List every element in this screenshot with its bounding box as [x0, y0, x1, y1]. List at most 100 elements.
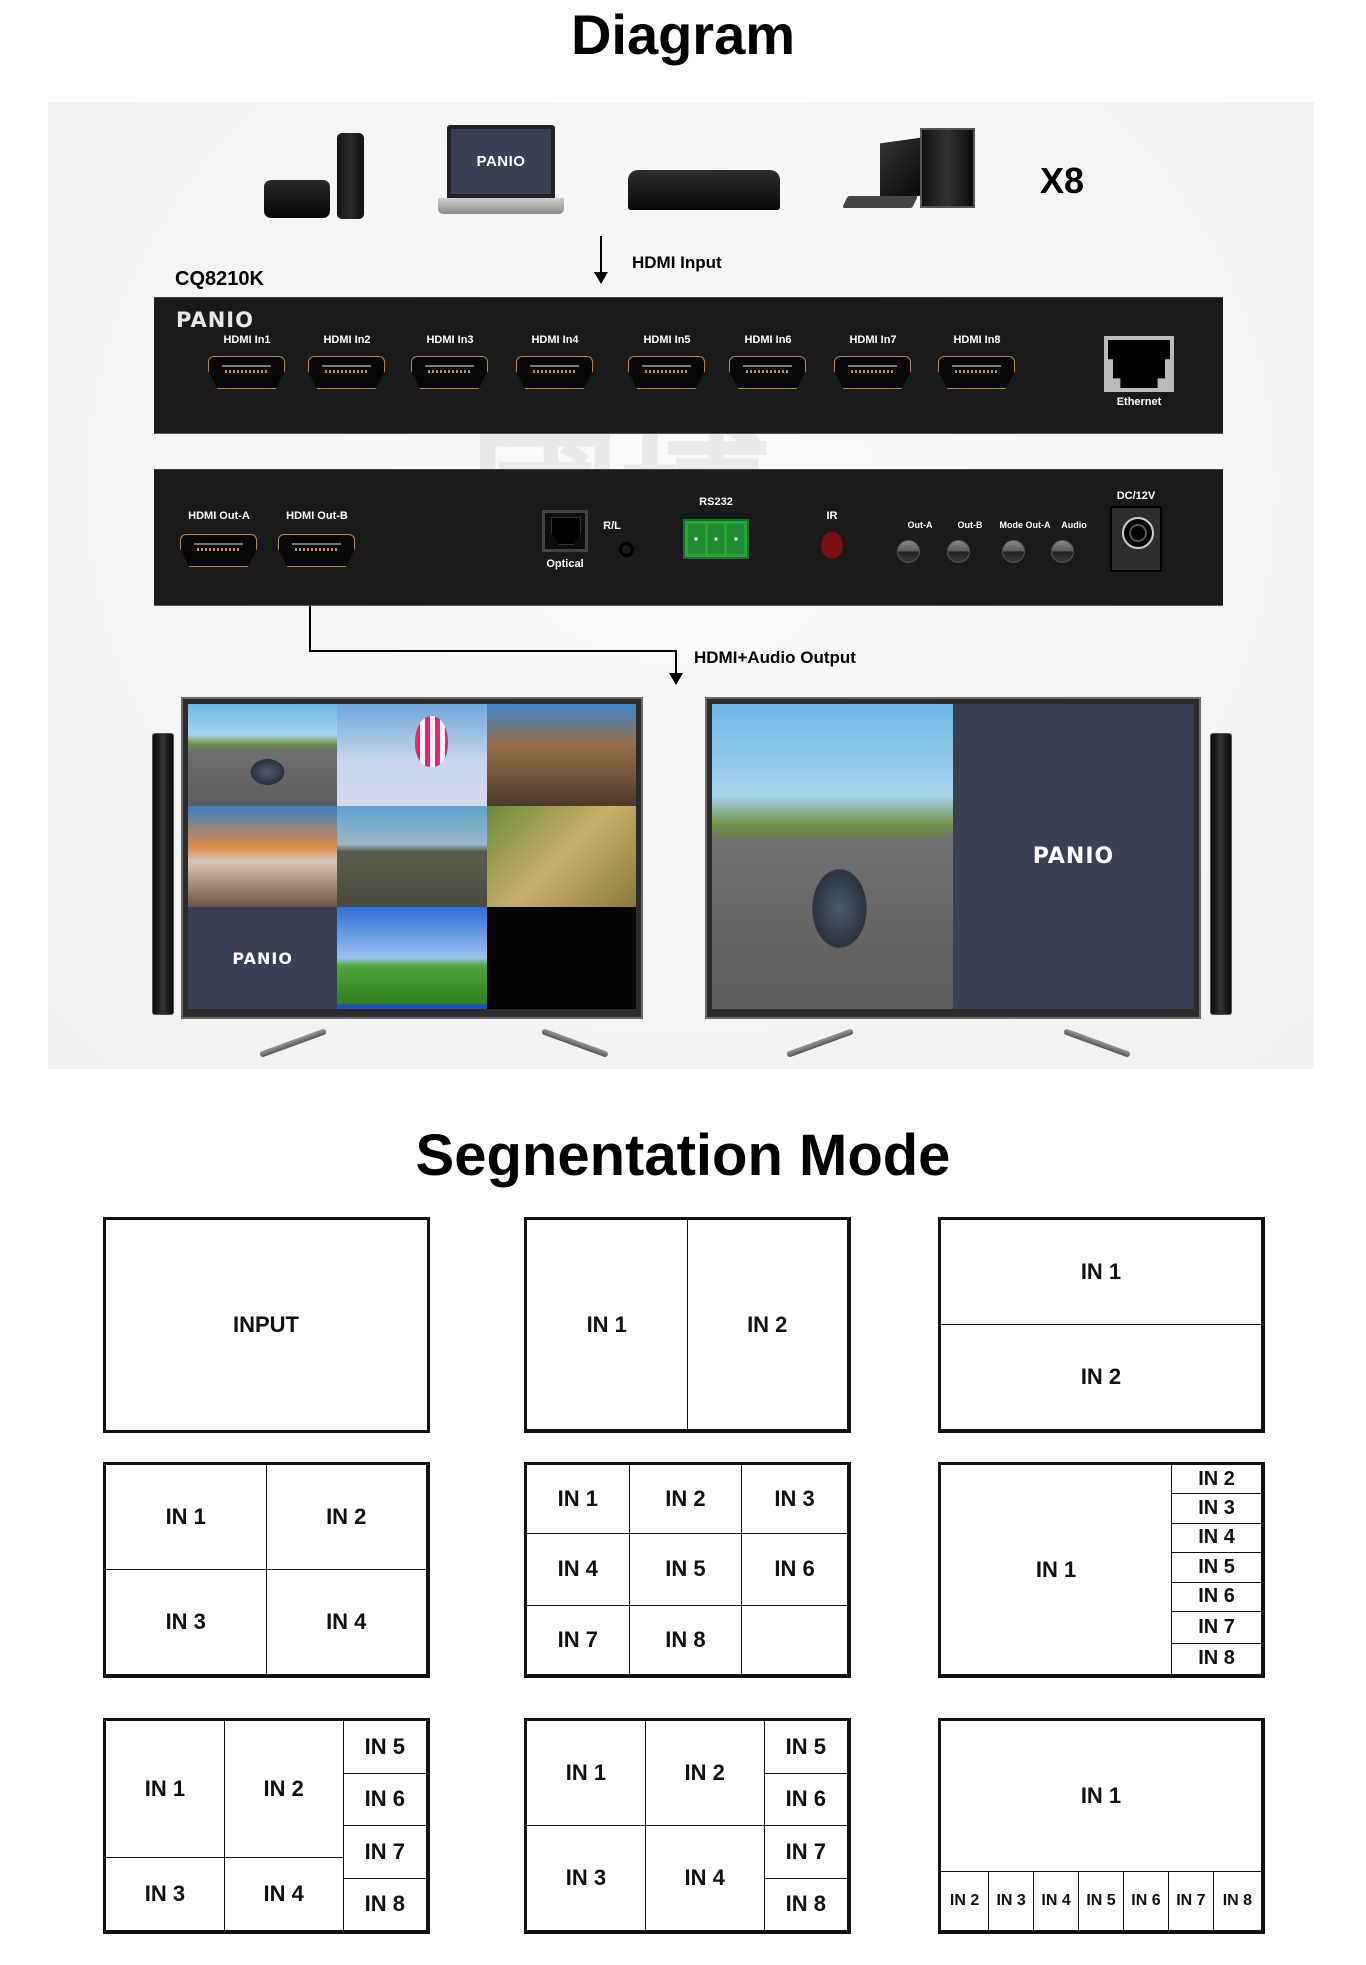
segment-cell: IN 7: [526, 1604, 630, 1675]
segment-cell: IN 1: [940, 1464, 1173, 1675]
segment-cell: IN 3: [988, 1871, 1035, 1931]
segmentation-mode-quad-plus-side-4-b: IN 1 IN 2 IN 3 IN 4 IN 5 IN 6 IN 7 IN 8: [524, 1718, 851, 1934]
push-button[interactable]: [897, 540, 920, 563]
hdmi-in-label: HDMI In6: [744, 334, 792, 346]
segmentation-mode-quad-plus-side-4-a: IN 1 IN 2 IN 3 IN 4 IN 5 IN 6 IN 7 IN 8: [103, 1718, 430, 1934]
hdmi-in-label: HDMI In8: [953, 334, 1001, 346]
keyboard-icon: [842, 196, 918, 208]
segment-cell: IN 6: [1122, 1871, 1169, 1931]
segment-cell: IN 6: [1171, 1581, 1262, 1612]
segment-cell: IN 5: [763, 1720, 848, 1774]
hdmi-in-label: HDMI In3: [426, 334, 474, 346]
segment-cell: IN 2: [265, 1464, 427, 1570]
segment-cell: IN 8: [1212, 1871, 1262, 1931]
segment-cell: IN 7: [342, 1825, 427, 1879]
hdmi-port-icon: [411, 356, 488, 389]
segment-cell: IN 2: [223, 1720, 344, 1858]
tv-screen: PANIO: [188, 704, 636, 1009]
hdmi-port-icon: [938, 356, 1015, 389]
hdmi-in-label: HDMI In1: [223, 334, 271, 346]
segment-cell: IN 2: [686, 1219, 848, 1430]
segmentation-mode-main-plus-bottom-7: IN 1 IN 2 IN 3 IN 4 IN 5 IN 6 IN 7 IN 8: [938, 1718, 1265, 1934]
connector-line: [309, 650, 677, 652]
segment-cell: IN 2: [940, 1871, 990, 1931]
tile-empty: [486, 907, 636, 1009]
hdmi-out-b-label: HDMI Out-B: [286, 510, 348, 522]
hdmi-port-icon: [208, 356, 285, 389]
rs232-terminal-icon: [683, 519, 749, 559]
hdmi-port-icon: [516, 356, 593, 389]
hdmi-port-icon: [180, 534, 257, 567]
tile-panio-logo: PANIO: [953, 704, 1194, 1009]
button-label: Audio: [1061, 520, 1087, 530]
segmentation-mode-split-horizontal: IN 1 IN 2: [938, 1217, 1265, 1433]
hdmi-input-label: HDMI Input: [632, 253, 722, 272]
segment-cell: IN 4: [1171, 1522, 1262, 1554]
segment-cell: IN 3: [741, 1464, 848, 1535]
segment-cell: IN 8: [763, 1877, 848, 1931]
push-button[interactable]: [1051, 540, 1074, 563]
segment-cell: IN 1: [940, 1219, 1262, 1325]
segment-cell: IN 3: [105, 1569, 267, 1675]
rs232-label: RS232: [699, 496, 733, 508]
hdmi-in-label: HDMI In4: [531, 334, 579, 346]
ethernet-port-icon: [1104, 336, 1174, 392]
hdmi-port-icon: [729, 356, 806, 389]
tile-panio-logo: PANIO: [188, 907, 338, 1009]
diagram-title: Diagram: [570, 3, 796, 66]
push-button[interactable]: [947, 540, 970, 563]
segment-cell: IN 8: [628, 1604, 743, 1675]
audio-jack-icon: [619, 542, 634, 557]
laptop-icon: PANIO: [447, 125, 555, 198]
segment-cell: IN 1: [940, 1720, 1262, 1873]
speaker-icon: [1210, 733, 1232, 1015]
tile-beach: [188, 805, 338, 908]
hdmi-port-icon: [278, 534, 355, 567]
segmentation-mode-grid-3x3: IN 1 IN 2 IN 3 IN 4 IN 5 IN 6 IN 7 IN 8: [524, 1462, 851, 1678]
ir-label: IR: [826, 510, 838, 522]
remote-control-icon: [337, 133, 364, 219]
segment-cell: IN 6: [741, 1533, 848, 1606]
segment-cell: INPUT: [233, 1311, 299, 1337]
connector-line: [309, 606, 311, 652]
hdmi-port-icon: [308, 356, 385, 389]
segment-cell: IN 4: [526, 1533, 630, 1606]
desktop-tower-icon: [920, 128, 975, 208]
ir-receiver-icon: [821, 532, 843, 559]
segment-cell: IN 4: [1033, 1871, 1080, 1931]
segment-cell: IN 1: [526, 1720, 646, 1826]
brand-logo: PANIO: [176, 308, 254, 332]
segment-cell: IN 3: [105, 1856, 225, 1931]
segment-cell: IN 7: [763, 1825, 848, 1879]
laptop-base-icon: [438, 198, 564, 214]
front-panel: PANIO HDMI In1 HDMI In2 HDMI In3 HDMI In4 HD…: [154, 297, 1223, 434]
ethernet-label: Ethernet: [1116, 396, 1162, 408]
segment-cell: IN 2: [628, 1464, 743, 1535]
push-button[interactable]: [1002, 540, 1025, 563]
segment-cell: IN 7: [1167, 1871, 1214, 1931]
segment-cell: IN 8: [1171, 1642, 1262, 1675]
tile-balloons: [337, 704, 487, 806]
segment-cell: IN 6: [763, 1772, 848, 1826]
source-multiplier: X8: [1040, 160, 1085, 201]
segmentation-mode-split-vertical: IN 1 IN 2: [524, 1217, 851, 1433]
segment-cell: IN 2: [644, 1720, 765, 1826]
optical-label: Optical: [546, 558, 584, 570]
segment-cell: IN 7: [1171, 1611, 1262, 1644]
back-panel: HDMI Out-A HDMI Out-B Optical R/L RS232 …: [154, 469, 1223, 606]
tile-mmo-game: [486, 805, 636, 908]
tv-screen: PANIO: [712, 704, 1194, 1009]
media-player-icon: [628, 170, 780, 210]
output-label: HDMI+Audio Output: [694, 648, 856, 667]
arrow-down-icon: [594, 236, 608, 284]
laptop-brand: PANIO: [476, 153, 526, 170]
apple-tv-icon: [264, 180, 330, 218]
segment-cell: [741, 1604, 848, 1675]
segment-cell: IN 5: [628, 1533, 743, 1606]
tile-shooter-game: [337, 805, 487, 908]
segment-cell: IN 1: [105, 1720, 225, 1858]
segment-cell: IN 3: [526, 1825, 646, 1931]
tile-windows-desktop: [337, 907, 487, 1009]
hdmi-in-label: HDMI In2: [323, 334, 371, 346]
dc-power-jack-icon: [1110, 506, 1162, 572]
